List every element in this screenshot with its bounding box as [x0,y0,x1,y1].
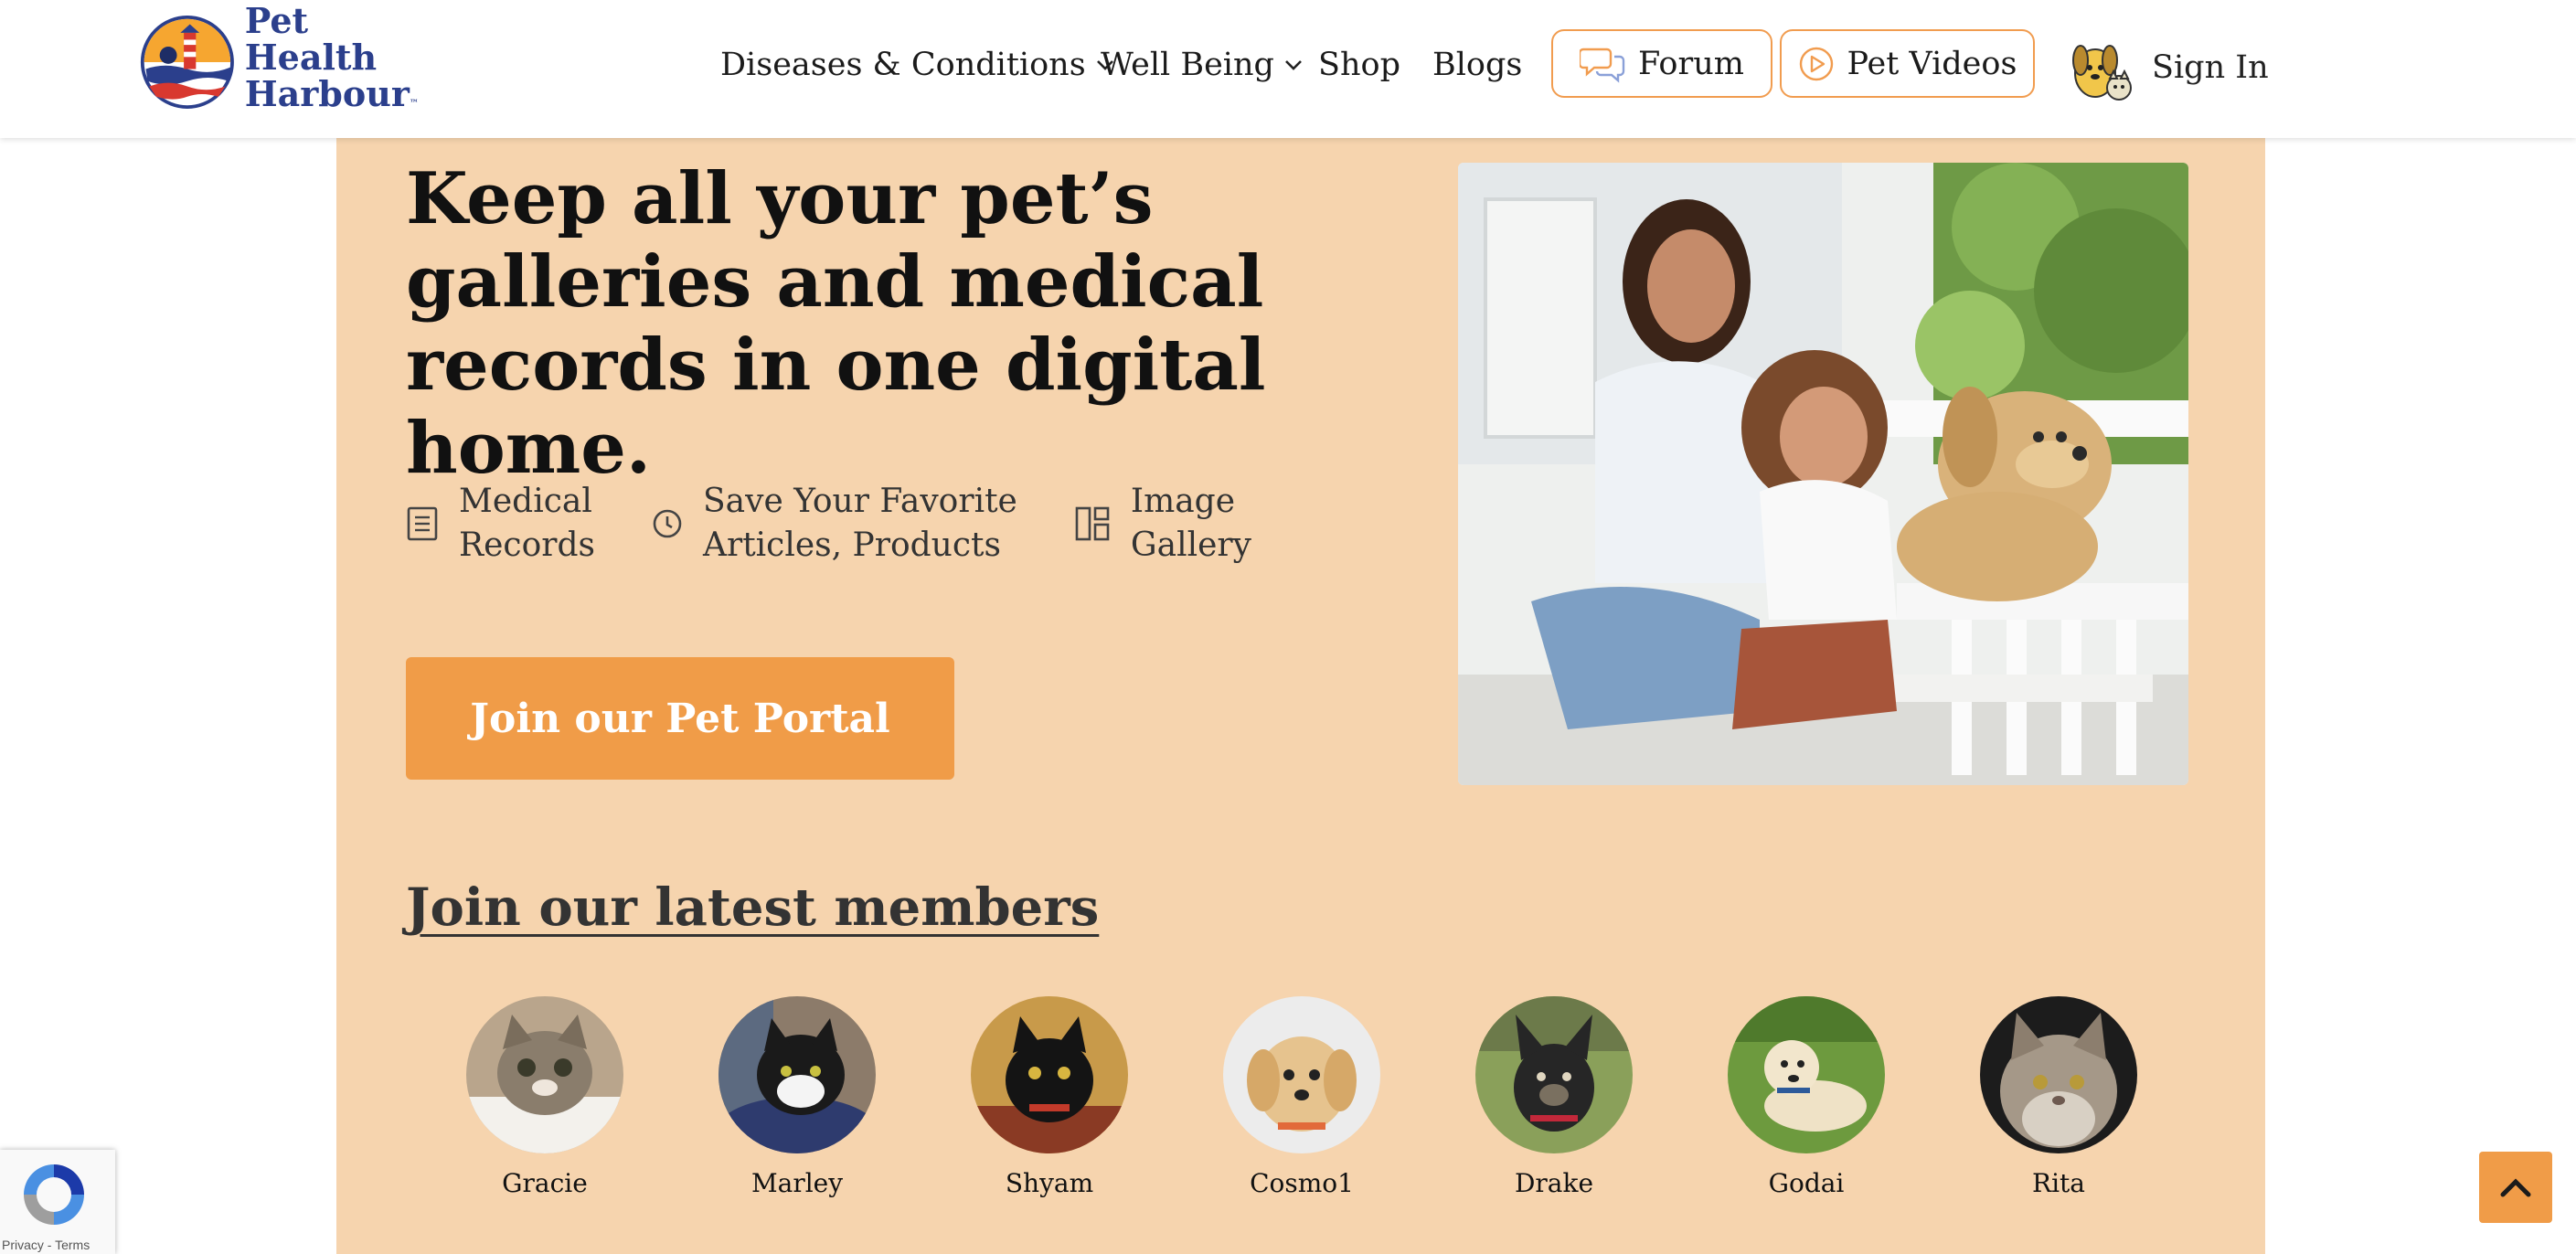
nav-diseases-conditions[interactable]: Diseases & Conditions [720,0,1115,130]
member-name: Godai [1768,1168,1845,1198]
site-header: Pet Health Harbour™ Diseases & Condition… [0,0,2576,138]
member-card[interactable]: Cosmo1 [1219,996,1384,1198]
member-card[interactable]: Marley [715,996,879,1198]
pet-videos-button[interactable]: Pet Videos [1780,29,2035,98]
gallery-grid-icon [1075,506,1110,541]
hero-family-photo [1458,163,2188,785]
golden-puppy-photo [1223,996,1380,1153]
nav-item-shop[interactable]: Shop [1318,47,1400,83]
nav-label-diseases: Diseases & Conditions [720,47,1086,83]
scroll-to-top-button[interactable] [2479,1152,2552,1223]
member-avatar [1728,996,1885,1153]
member-avatar [719,996,876,1153]
member-card[interactable]: Godai [1724,996,1889,1198]
feature-medical-records: Medical Records [406,480,595,568]
pet-videos-label: Pet Videos [1847,45,2017,82]
sign-in-link[interactable]: Sign In [2068,33,2269,102]
nav-blogs[interactable]: Blogs [1432,0,1522,130]
sign-in-label: Sign In [2152,49,2269,86]
member-avatar [1475,996,1633,1153]
member-name: Cosmo1 [1250,1168,1354,1198]
member-name: Rita [2032,1168,2085,1198]
feature-list: Medical Records Save Your Favorite Artic… [406,480,1308,568]
recaptcha-badge[interactable]: Privacy - Terms [0,1150,115,1254]
forum-button[interactable]: Forum [1551,29,1772,98]
recaptcha-links[interactable]: Privacy - Terms [2,1238,90,1252]
feature-save-line1: Save Your Favorite [702,483,1017,520]
lighthouse-logo-icon [140,16,234,109]
feature-save-favorites: Save Your Favorite Articles, Products [652,480,1017,568]
join-pet-portal-button[interactable]: Join our Pet Portal [406,657,954,780]
member-avatar [1980,996,2137,1153]
brand-line-1: Pet Health [244,0,378,78]
member-card[interactable]: Gracie [463,996,627,1198]
nav-item-well-being[interactable]: Well Being [1101,47,1304,83]
brand-line-2: Harbour [244,72,410,114]
brand-logo[interactable]: Pet Health Harbour™ [139,2,441,113]
nav-well-being[interactable]: Well Being [1101,0,1304,130]
member-card[interactable]: Drake [1472,996,1636,1198]
dog-cat-avatar-icon [2072,45,2132,101]
nav-label-well-being: Well Being [1101,47,1274,83]
chevron-up-icon [2500,1178,2531,1197]
chat-bubbles-icon [1580,48,1625,83]
family-with-dog-image [1458,163,2188,785]
feature-image-gallery: Image Gallery [1074,480,1251,568]
clock-icon [653,509,682,538]
member-name: Gracie [502,1168,588,1198]
feature-gallery-line2: Gallery [1130,526,1251,564]
hero-title: Keep all your pet’s galleries and medica… [406,157,1266,490]
tuxedo-cat-photo [719,996,876,1153]
black-cat-photo [971,996,1128,1153]
black-dog-photo [1475,996,1633,1153]
member-name: Shyam [1005,1168,1094,1198]
play-circle-icon [1799,47,1833,80]
member-name: Marley [750,1168,844,1198]
nav-item-diseases[interactable]: Diseases & Conditions [720,47,1115,83]
brand-wordmark: Pet Health Harbour™ [244,0,441,122]
member-avatar [1223,996,1380,1153]
feature-gallery-line1: Image [1130,483,1236,520]
trademark: ™ [409,98,419,109]
member-card[interactable]: Rita [1976,996,2141,1198]
nav-item-blogs[interactable]: Blogs [1432,47,1522,83]
forum-label: Forum [1638,45,1744,82]
document-list-icon [407,506,438,541]
tabby-cat-photo [466,996,623,1153]
labrador-on-grass-photo [1728,996,1885,1153]
recaptcha-logo-icon [24,1164,84,1225]
member-name: Drake [1514,1168,1594,1198]
maine-coon-cat-photo [1980,996,2137,1153]
feature-save-line2: Articles, Products [702,526,1001,564]
nav-shop[interactable]: Shop [1318,0,1400,130]
feature-medical-line1: Medical [459,483,592,520]
chevron-down-icon [1285,60,1302,70]
feature-medical-line2: Records [459,526,595,564]
member-avatar [466,996,623,1153]
member-avatar [971,996,1128,1153]
latest-members-heading[interactable]: Join our latest members [406,877,1099,938]
member-card[interactable]: Shyam [967,996,1132,1198]
